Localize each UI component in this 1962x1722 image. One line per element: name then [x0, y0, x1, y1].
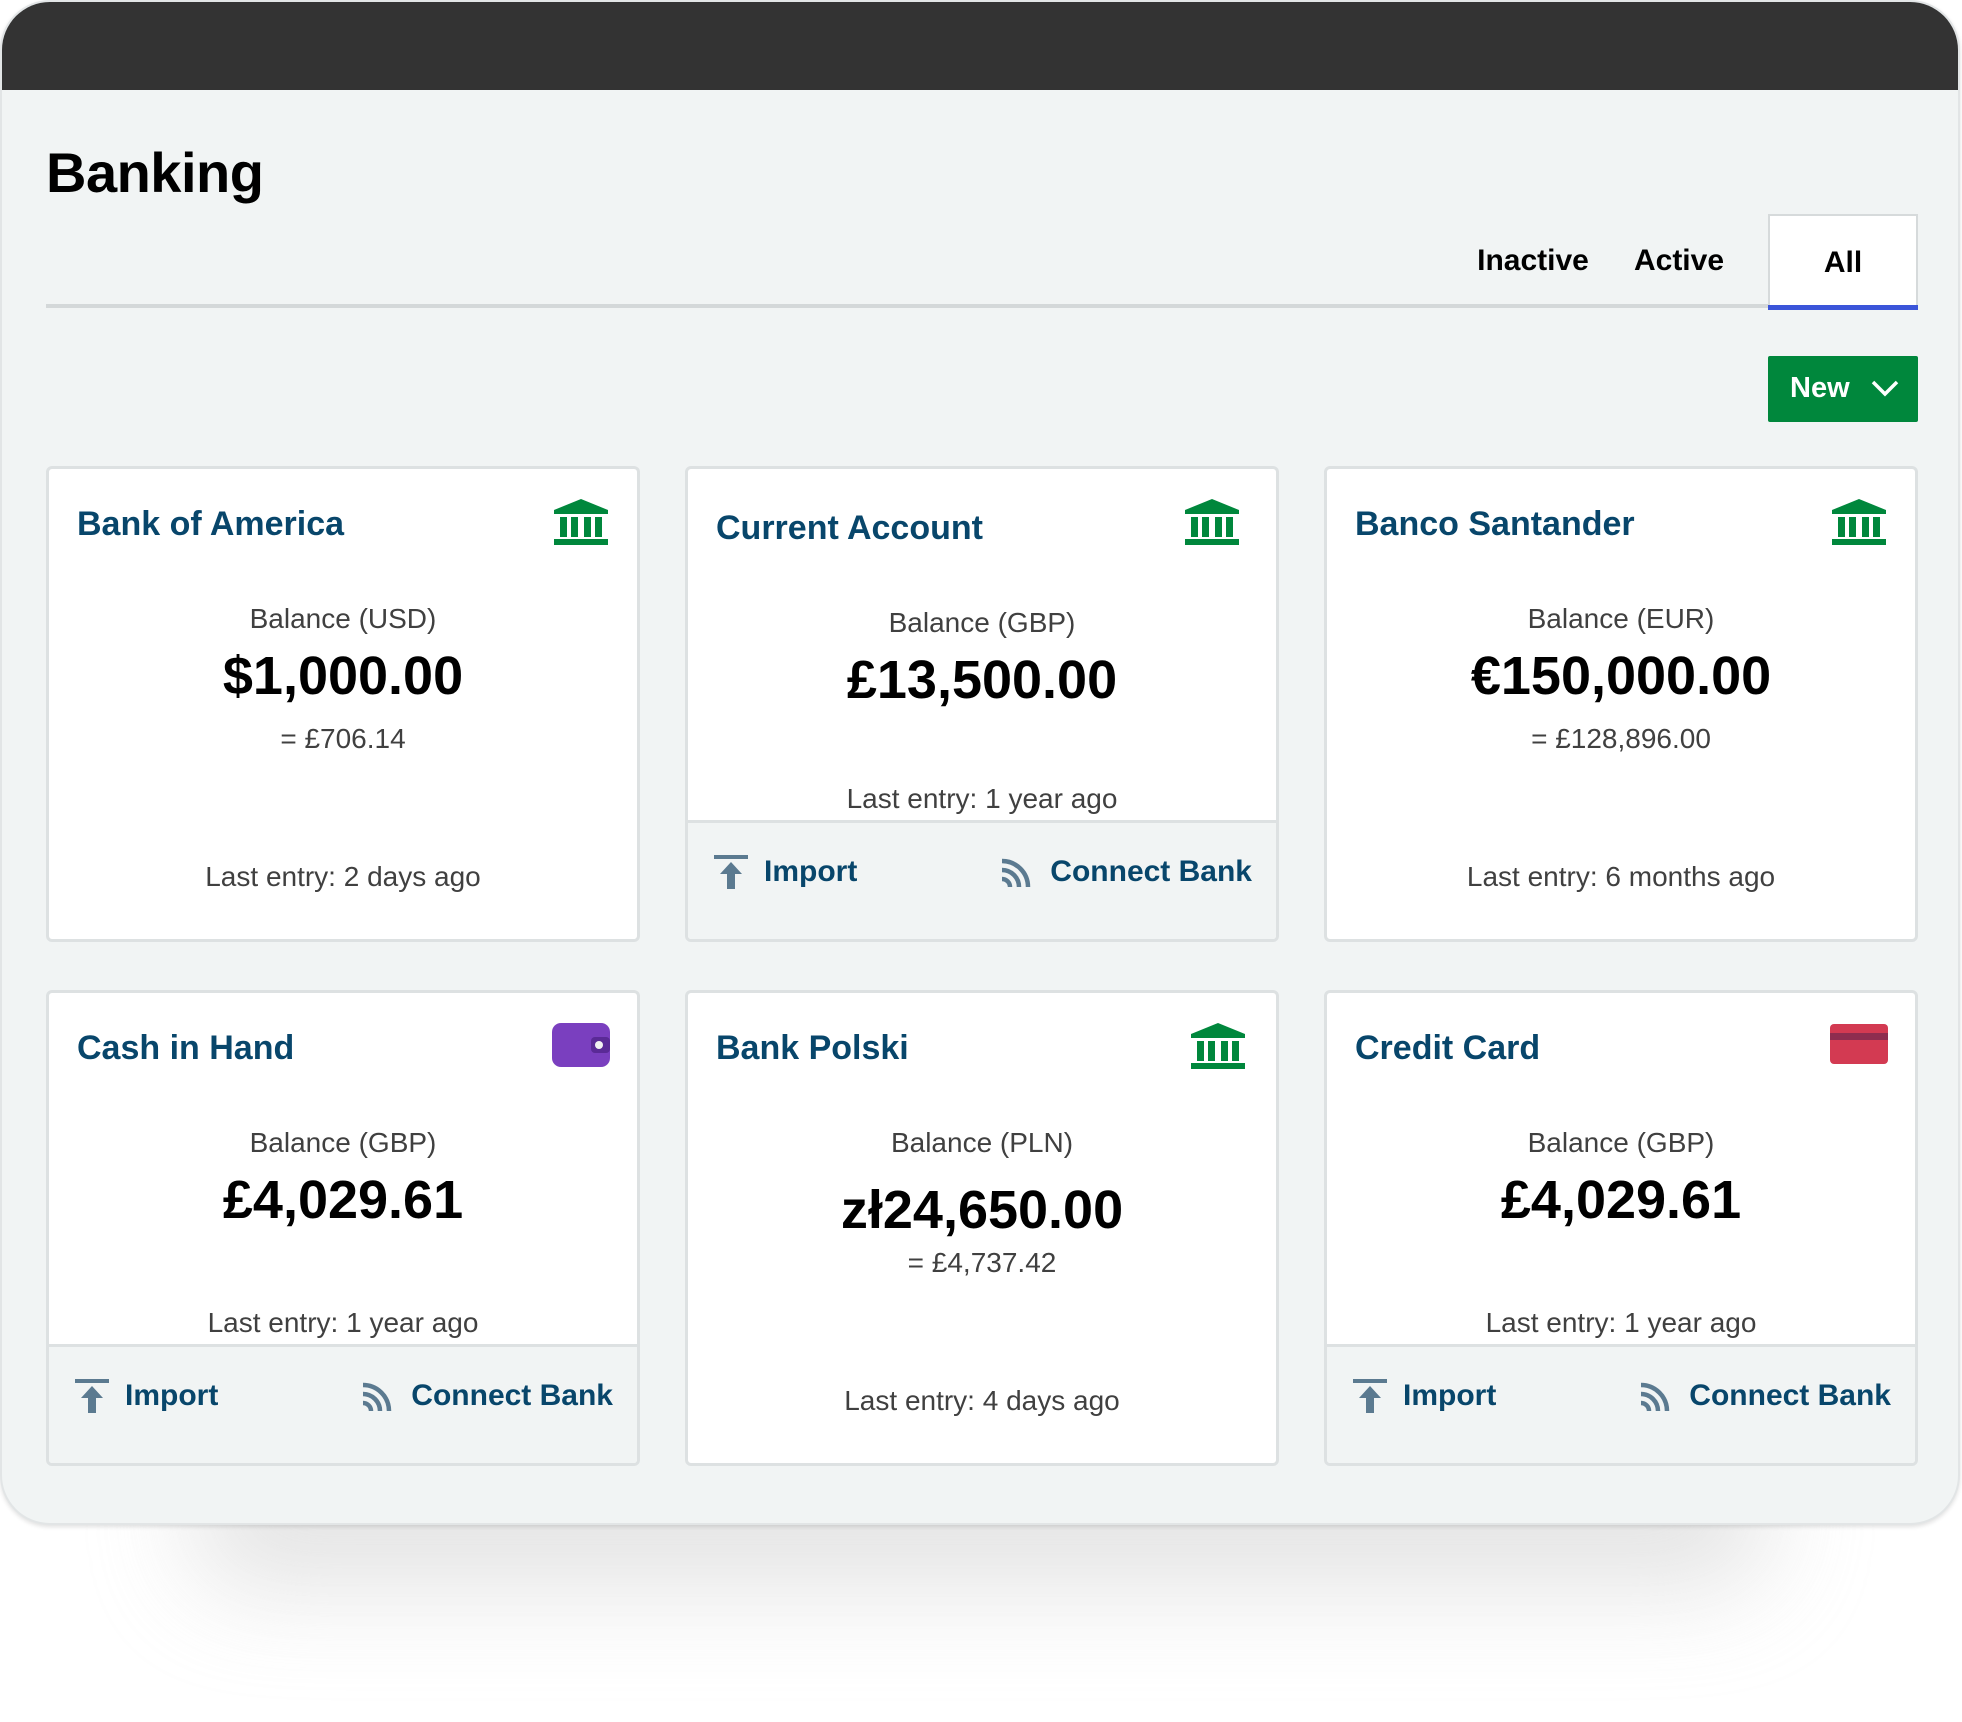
balance-value: £13,500.00	[846, 650, 1118, 710]
filter-tabs: Inactive Active All	[46, 214, 1918, 310]
account-card-bank-polski[interactable]: Bank Polski Balance (PLN) zł24,650.00 = …	[685, 990, 1279, 1466]
credit-card-icon	[1830, 1024, 1888, 1064]
converted-balance: = £4,737.42	[907, 1247, 1057, 1278]
page-title: Banking	[46, 141, 264, 204]
converted-balance: = £128,896.00	[1531, 723, 1711, 754]
new-button[interactable]: New	[1768, 356, 1918, 422]
import-label: Import	[1403, 1379, 1497, 1412]
card-actions: Import Connect Bank	[688, 820, 1276, 939]
upload-icon	[714, 855, 748, 889]
new-button-label: New	[1790, 372, 1850, 404]
account-name[interactable]: Banco Santander	[1355, 505, 1635, 544]
chevron-down-icon	[1871, 380, 1899, 397]
tab-active[interactable]: Active	[1614, 214, 1744, 308]
account-card-credit-card[interactable]: Credit Card Balance (GBP) £4,029.61 Last…	[1324, 990, 1918, 1466]
balance-label: Balance (GBP)	[888, 607, 1076, 638]
account-card-bank-of-america[interactable]: Bank of America Balance (USD) $1,000.00 …	[46, 466, 640, 942]
import-label: Import	[764, 855, 858, 888]
feed-icon	[1641, 1382, 1670, 1412]
upload-icon	[75, 1379, 109, 1413]
tab-all[interactable]: All	[1768, 214, 1918, 310]
balance-value: €150,000.00	[1470, 646, 1772, 706]
connect-bank-button[interactable]: Connect Bank	[998, 853, 1252, 891]
account-name[interactable]: Credit Card	[1355, 1029, 1540, 1068]
import-button[interactable]: Import	[712, 853, 857, 891]
account-name[interactable]: Current Account	[716, 509, 983, 548]
last-entry: Last entry: 1 year ago	[846, 783, 1118, 814]
connect-bank-button[interactable]: Connect Bank	[359, 1377, 613, 1415]
balance-value: zł24,650.00	[840, 1180, 1124, 1240]
account-card-banco-santander[interactable]: Banco Santander Balance (EUR) €150,000.0…	[1324, 466, 1918, 942]
upload-icon	[1353, 1379, 1387, 1413]
account-name[interactable]: Bank of America	[77, 505, 344, 544]
connect-bank-button[interactable]: Connect Bank	[1637, 1377, 1891, 1415]
import-label: Import	[125, 1379, 219, 1412]
bank-icon	[1185, 499, 1239, 545]
last-entry: Last entry: 1 year ago	[1485, 1307, 1757, 1338]
last-entry: Last entry: 2 days ago	[205, 861, 481, 892]
card-actions: Import Connect Bank	[1327, 1344, 1915, 1463]
balance-label: Balance (USD)	[249, 603, 437, 634]
last-entry: Last entry: 4 days ago	[844, 1385, 1120, 1416]
feed-icon	[1002, 858, 1031, 888]
account-name[interactable]: Bank Polski	[716, 1029, 909, 1068]
balance-label: Balance (EUR)	[1527, 603, 1715, 634]
balance-value: £4,029.61	[222, 1170, 464, 1230]
feed-icon	[363, 1382, 392, 1412]
balance-label: Balance (GBP)	[1527, 1127, 1715, 1158]
balance-label: Balance (PLN)	[890, 1127, 1074, 1158]
wallet-icon	[552, 1023, 610, 1067]
converted-balance: = £706.14	[280, 723, 406, 754]
last-entry: Last entry: 1 year ago	[207, 1307, 479, 1338]
balance-value: $1,000.00	[222, 646, 464, 706]
account-card-cash-in-hand[interactable]: Cash in Hand Balance (GBP) £4,029.61 Las…	[46, 990, 640, 1466]
bank-icon	[1832, 499, 1886, 545]
bank-icon	[1191, 1023, 1245, 1069]
account-card-current-account[interactable]: Current Account Balance (GBP) £13,500.00…	[685, 466, 1279, 942]
balance-value: £4,029.61	[1500, 1170, 1742, 1230]
import-button[interactable]: Import	[73, 1377, 218, 1415]
account-name[interactable]: Cash in Hand	[77, 1029, 294, 1068]
app-window: Banking Inactive Active All New Bank of …	[0, 0, 1960, 1525]
bank-icon	[554, 499, 608, 545]
connect-bank-label: Connect Bank	[411, 1379, 613, 1412]
last-entry: Last entry: 6 months ago	[1466, 861, 1776, 892]
connect-bank-label: Connect Bank	[1689, 1379, 1891, 1412]
title-bar	[2, 2, 1958, 90]
connect-bank-label: Connect Bank	[1050, 855, 1252, 888]
tab-inactive[interactable]: Inactive	[1468, 214, 1598, 308]
import-button[interactable]: Import	[1351, 1377, 1496, 1415]
card-actions: Import Connect Bank	[49, 1344, 637, 1463]
balance-label: Balance (GBP)	[249, 1127, 437, 1158]
